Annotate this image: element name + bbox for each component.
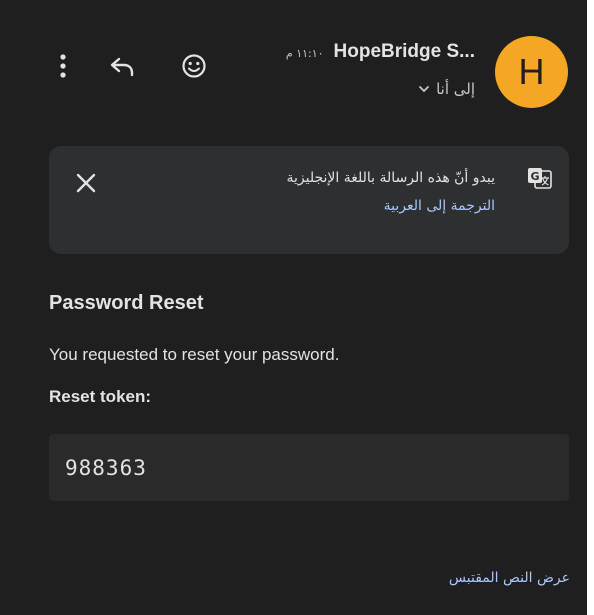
email-body-text: You requested to reset your password. bbox=[49, 345, 340, 364]
show-quoted-text-link[interactable]: عرض النص المقتبس bbox=[449, 570, 570, 586]
translate-banner: G يبدو أنّ هذه الرسالة باللغة الإنجليزية… bbox=[49, 146, 569, 254]
recipient-toggle[interactable]: إلى أنا bbox=[418, 80, 475, 98]
close-icon[interactable] bbox=[73, 170, 99, 196]
emoji-icon[interactable] bbox=[180, 52, 208, 80]
more-vert-icon[interactable] bbox=[49, 52, 77, 80]
reply-icon[interactable] bbox=[108, 52, 136, 80]
reset-token-label: Reset token: bbox=[49, 387, 152, 406]
chevron-down-icon bbox=[419, 86, 429, 93]
email-time: ١١:١٠ م bbox=[285, 47, 324, 60]
translate-icon: G bbox=[528, 168, 552, 189]
reset-token-box: 988363 bbox=[49, 434, 569, 501]
avatar[interactable]: H bbox=[495, 36, 568, 108]
svg-text:G: G bbox=[530, 170, 539, 183]
recipient-label: إلى أنا bbox=[436, 80, 475, 98]
sender-name[interactable]: HopeBridge S... bbox=[334, 41, 475, 63]
avatar-letter: H bbox=[518, 51, 545, 92]
translate-link[interactable]: الترجمة إلى العربية bbox=[287, 192, 495, 220]
reset-token-value[interactable]: 988363 bbox=[65, 456, 147, 480]
sender-row: ١١:١٠ م HopeBridge S... bbox=[286, 41, 475, 63]
email-title: Password Reset bbox=[49, 292, 204, 314]
translate-banner-text: يبدو أنّ هذه الرسالة باللغة الإنجليزية ا… bbox=[287, 164, 495, 220]
email-header: ١١:١٠ م HopeBridge S... إلى أنا H bbox=[0, 0, 587, 120]
email-view: ١١:١٠ م HopeBridge S... إلى أنا H G يبدو… bbox=[0, 0, 587, 615]
translate-message: يبدو أنّ هذه الرسالة باللغة الإنجليزية bbox=[286, 170, 495, 186]
